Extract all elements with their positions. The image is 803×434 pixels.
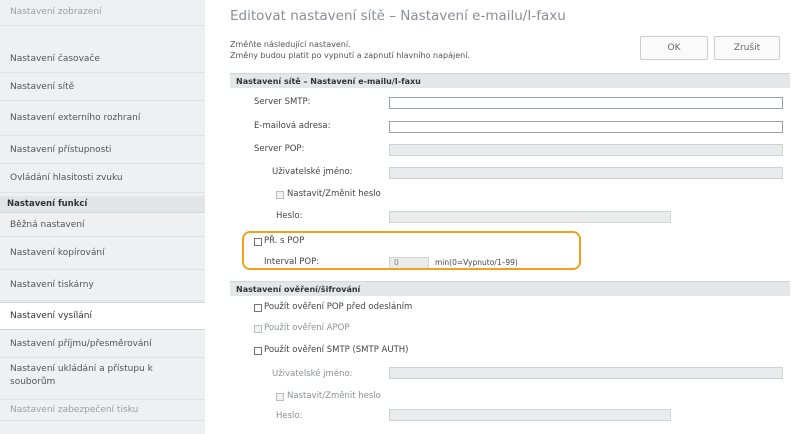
use-pop-auth-checkbox[interactable] xyxy=(254,304,262,312)
main-panel: Editovat nastavení sítě – Nastavení e-ma… xyxy=(230,0,790,434)
sidebar-item-label: Nastavení sítě xyxy=(10,81,75,92)
sidebar-item-label: Nastavení zobrazení xyxy=(10,7,102,17)
use-smtp-auth-checkbox[interactable] xyxy=(254,347,262,355)
sidebar-item-copy-settings[interactable]: Nastavení kopírování xyxy=(0,238,205,270)
sidebar-item-label: Ovládání hlasitosti zvuku xyxy=(10,173,123,183)
sidebar-item-print-security[interactable]: Nastavení zabezpečení tisku xyxy=(0,401,205,421)
pop-server-label: Server POP: xyxy=(254,144,305,154)
pop-password-input[interactable] xyxy=(389,211,671,223)
sidebar-item-label-line2: souborům xyxy=(10,377,56,387)
email-address-label: E-mailová adresa: xyxy=(254,121,331,131)
instruction-note-line2: Změny budou platit po vypnutí a zapnutí … xyxy=(230,51,470,60)
instruction-note-line1: Změňte následující nastavení. xyxy=(230,40,351,49)
sidebar-item-label: Nastavení kopírování xyxy=(10,248,105,258)
section-header-email-ifax: Nastavení sítě – Nastavení e-mailu/I-fax… xyxy=(230,73,790,88)
pop-username-input[interactable] xyxy=(389,167,783,179)
sidebar-item-label: Nastavení příjmu/přesměrování xyxy=(10,338,152,349)
sidebar-item-label-line1: Nastavení ukládání a přístupu k xyxy=(10,364,153,374)
ok-button[interactable]: OK xyxy=(640,36,708,60)
pop-server-input[interactable] xyxy=(389,144,783,156)
pop-password-label: Heslo: xyxy=(276,211,303,221)
smtp-password-label: Heslo: xyxy=(276,411,303,421)
use-apop-checkbox[interactable] xyxy=(254,325,262,333)
set-change-password-checkbox[interactable] xyxy=(276,191,284,199)
sidebar-item-label: Nastavení externího rozhraní xyxy=(10,113,141,123)
use-smtp-auth-label: Použít ověření SMTP (SMTP AUTH) xyxy=(264,345,409,355)
sidebar-item-external-interface[interactable]: Nastavení externího rozhraní xyxy=(0,102,205,136)
smtp-set-change-password-label: Nastavit/Změnit heslo xyxy=(287,391,381,401)
sidebar-item-volume-control[interactable]: Ovládání hlasitosti zvuku xyxy=(0,165,205,193)
sidebar-item-label: Nastavení časovače xyxy=(10,54,100,64)
sidebar-item-label: Nastavení vysílání xyxy=(10,310,92,321)
sidebar-item-receive-forward-settings[interactable]: Nastavení příjmu/přesměrování xyxy=(0,331,205,358)
highlight-frame xyxy=(242,231,581,270)
sidebar-item-network-settings[interactable]: Nastavení sítě xyxy=(0,74,205,101)
smtp-set-change-password-checkbox[interactable] xyxy=(276,393,284,401)
set-change-password-label: Nastavit/Změnit heslo xyxy=(287,189,381,199)
sidebar-item-label: Nastavení zabezpečení tisku xyxy=(10,405,139,415)
pop-username-label: Uživatelské jméno: xyxy=(272,167,353,177)
sidebar-item-accessibility[interactable]: Nastavení přístupnosti xyxy=(0,137,205,164)
sidebar-item-label: Běžná nastavení xyxy=(10,219,85,230)
email-address-input[interactable] xyxy=(389,121,783,133)
smtp-username-input[interactable] xyxy=(389,367,783,379)
sidebar-item-send-settings[interactable]: Nastavení vysílání xyxy=(0,302,205,330)
smtp-username-label: Uživatelské jméno: xyxy=(272,369,353,379)
smtp-server-label: Server SMTP: xyxy=(254,97,311,107)
sidebar-section-header: Nastavení funkcí xyxy=(0,196,205,213)
smtp-password-input[interactable] xyxy=(389,409,671,421)
section-header-auth-encryption: Nastavení ověření/šifrování xyxy=(230,281,790,296)
smtp-server-input[interactable] xyxy=(389,97,783,109)
sidebar-item-printer-settings[interactable]: Nastavení tiskárny xyxy=(0,271,205,301)
sidebar-item-label: Nastavení přístupnosti xyxy=(10,144,112,155)
sidebar-item-common-settings[interactable]: Běžná nastavení xyxy=(0,214,205,237)
use-pop-auth-label: Použít ověření POP před odesláním xyxy=(264,302,413,312)
sidebar-item-timer-settings[interactable]: Nastavení časovače xyxy=(0,47,205,73)
sidebar-item-display-settings[interactable]: Nastavení zobrazení xyxy=(0,0,205,26)
sidebar: Nastavení zobrazení Nastavení časovače N… xyxy=(0,0,205,434)
sidebar-item-label: Nastavení tiskárny xyxy=(10,280,94,290)
use-apop-label: Použít ověření APOP xyxy=(264,323,350,333)
sidebar-item-store-access-files[interactable]: Nastavení ukládání a přístupu k souborům xyxy=(0,359,205,400)
page-title: Editovat nastavení sítě – Nastavení e-ma… xyxy=(230,8,566,24)
cancel-button[interactable]: Zrušit xyxy=(714,36,780,60)
